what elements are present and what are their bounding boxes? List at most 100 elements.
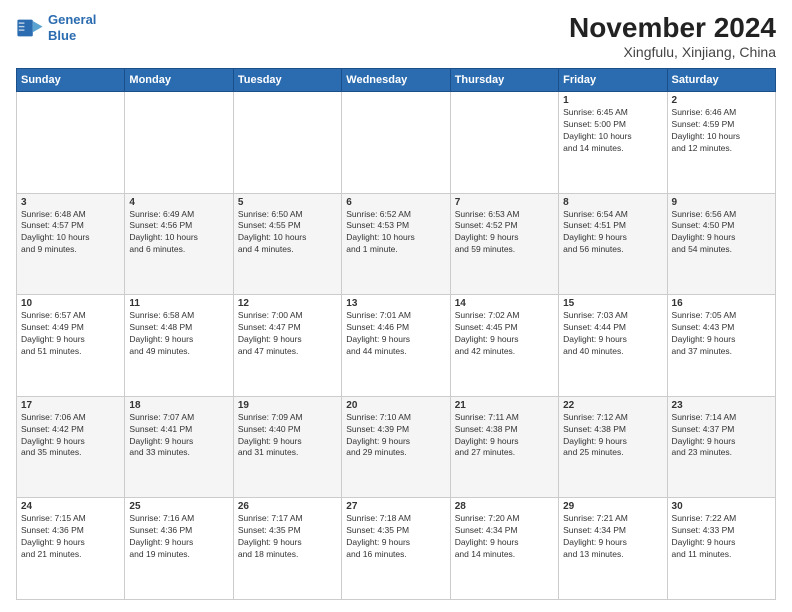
day-info: Sunrise: 6:49 AM Sunset: 4:56 PM Dayligh… bbox=[129, 209, 228, 257]
day-number: 16 bbox=[672, 298, 771, 309]
calendar-cell: 9Sunrise: 6:56 AM Sunset: 4:50 PM Daylig… bbox=[667, 193, 775, 295]
day-info: Sunrise: 6:56 AM Sunset: 4:50 PM Dayligh… bbox=[672, 209, 771, 257]
weekday-header: Saturday bbox=[667, 69, 775, 92]
calendar-week-row: 3Sunrise: 6:48 AM Sunset: 4:57 PM Daylig… bbox=[17, 193, 776, 295]
day-number: 14 bbox=[455, 298, 554, 309]
day-number: 21 bbox=[455, 400, 554, 411]
day-number: 12 bbox=[238, 298, 337, 309]
calendar-cell bbox=[233, 92, 341, 194]
calendar-cell: 25Sunrise: 7:16 AM Sunset: 4:36 PM Dayli… bbox=[125, 498, 233, 600]
calendar-cell: 4Sunrise: 6:49 AM Sunset: 4:56 PM Daylig… bbox=[125, 193, 233, 295]
calendar-cell: 15Sunrise: 7:03 AM Sunset: 4:44 PM Dayli… bbox=[559, 295, 667, 397]
weekday-header: Sunday bbox=[17, 69, 125, 92]
day-number: 9 bbox=[672, 197, 771, 208]
day-info: Sunrise: 6:45 AM Sunset: 5:00 PM Dayligh… bbox=[563, 107, 662, 155]
day-info: Sunrise: 6:54 AM Sunset: 4:51 PM Dayligh… bbox=[563, 209, 662, 257]
day-info: Sunrise: 7:17 AM Sunset: 4:35 PM Dayligh… bbox=[238, 513, 337, 561]
weekday-header: Monday bbox=[125, 69, 233, 92]
day-info: Sunrise: 7:12 AM Sunset: 4:38 PM Dayligh… bbox=[563, 412, 662, 460]
day-number: 29 bbox=[563, 501, 662, 512]
calendar-cell: 10Sunrise: 6:57 AM Sunset: 4:49 PM Dayli… bbox=[17, 295, 125, 397]
logo-text: General Blue bbox=[48, 12, 96, 43]
weekday-header: Tuesday bbox=[233, 69, 341, 92]
calendar-cell: 30Sunrise: 7:22 AM Sunset: 4:33 PM Dayli… bbox=[667, 498, 775, 600]
day-number: 15 bbox=[563, 298, 662, 309]
day-info: Sunrise: 7:03 AM Sunset: 4:44 PM Dayligh… bbox=[563, 310, 662, 358]
calendar-cell: 2Sunrise: 6:46 AM Sunset: 4:59 PM Daylig… bbox=[667, 92, 775, 194]
day-number: 24 bbox=[21, 501, 120, 512]
day-info: Sunrise: 7:10 AM Sunset: 4:39 PM Dayligh… bbox=[346, 412, 445, 460]
calendar-cell bbox=[17, 92, 125, 194]
day-number: 25 bbox=[129, 501, 228, 512]
day-number: 30 bbox=[672, 501, 771, 512]
weekday-header: Wednesday bbox=[342, 69, 450, 92]
day-number: 8 bbox=[563, 197, 662, 208]
calendar-week-row: 10Sunrise: 6:57 AM Sunset: 4:49 PM Dayli… bbox=[17, 295, 776, 397]
day-info: Sunrise: 7:00 AM Sunset: 4:47 PM Dayligh… bbox=[238, 310, 337, 358]
title-block: November 2024 Xingfulu, Xinjiang, China bbox=[569, 12, 776, 60]
day-number: 27 bbox=[346, 501, 445, 512]
day-number: 3 bbox=[21, 197, 120, 208]
day-number: 1 bbox=[563, 95, 662, 106]
day-info: Sunrise: 7:21 AM Sunset: 4:34 PM Dayligh… bbox=[563, 513, 662, 561]
day-number: 28 bbox=[455, 501, 554, 512]
calendar-cell: 27Sunrise: 7:18 AM Sunset: 4:35 PM Dayli… bbox=[342, 498, 450, 600]
calendar-cell: 12Sunrise: 7:00 AM Sunset: 4:47 PM Dayli… bbox=[233, 295, 341, 397]
calendar-week-row: 24Sunrise: 7:15 AM Sunset: 4:36 PM Dayli… bbox=[17, 498, 776, 600]
location: Xingfulu, Xinjiang, China bbox=[569, 44, 776, 60]
day-number: 26 bbox=[238, 501, 337, 512]
day-info: Sunrise: 7:07 AM Sunset: 4:41 PM Dayligh… bbox=[129, 412, 228, 460]
day-info: Sunrise: 7:06 AM Sunset: 4:42 PM Dayligh… bbox=[21, 412, 120, 460]
day-info: Sunrise: 6:52 AM Sunset: 4:53 PM Dayligh… bbox=[346, 209, 445, 257]
logo-line2: Blue bbox=[48, 28, 76, 43]
page: General Blue November 2024 Xingfulu, Xin… bbox=[0, 0, 792, 612]
header: General Blue November 2024 Xingfulu, Xin… bbox=[16, 12, 776, 60]
day-info: Sunrise: 6:48 AM Sunset: 4:57 PM Dayligh… bbox=[21, 209, 120, 257]
day-number: 2 bbox=[672, 95, 771, 106]
calendar-cell: 16Sunrise: 7:05 AM Sunset: 4:43 PM Dayli… bbox=[667, 295, 775, 397]
calendar-cell: 21Sunrise: 7:11 AM Sunset: 4:38 PM Dayli… bbox=[450, 396, 558, 498]
calendar-cell: 17Sunrise: 7:06 AM Sunset: 4:42 PM Dayli… bbox=[17, 396, 125, 498]
day-info: Sunrise: 7:02 AM Sunset: 4:45 PM Dayligh… bbox=[455, 310, 554, 358]
calendar-header-row: SundayMondayTuesdayWednesdayThursdayFrid… bbox=[17, 69, 776, 92]
calendar-week-row: 1Sunrise: 6:45 AM Sunset: 5:00 PM Daylig… bbox=[17, 92, 776, 194]
day-number: 18 bbox=[129, 400, 228, 411]
day-info: Sunrise: 7:15 AM Sunset: 4:36 PM Dayligh… bbox=[21, 513, 120, 561]
logo: General Blue bbox=[16, 12, 96, 43]
calendar-cell: 29Sunrise: 7:21 AM Sunset: 4:34 PM Dayli… bbox=[559, 498, 667, 600]
day-info: Sunrise: 7:14 AM Sunset: 4:37 PM Dayligh… bbox=[672, 412, 771, 460]
calendar-cell: 7Sunrise: 6:53 AM Sunset: 4:52 PM Daylig… bbox=[450, 193, 558, 295]
calendar-cell: 5Sunrise: 6:50 AM Sunset: 4:55 PM Daylig… bbox=[233, 193, 341, 295]
day-number: 23 bbox=[672, 400, 771, 411]
day-info: Sunrise: 7:05 AM Sunset: 4:43 PM Dayligh… bbox=[672, 310, 771, 358]
calendar-cell: 19Sunrise: 7:09 AM Sunset: 4:40 PM Dayli… bbox=[233, 396, 341, 498]
calendar-cell bbox=[342, 92, 450, 194]
calendar-cell: 3Sunrise: 6:48 AM Sunset: 4:57 PM Daylig… bbox=[17, 193, 125, 295]
weekday-header: Thursday bbox=[450, 69, 558, 92]
day-info: Sunrise: 6:53 AM Sunset: 4:52 PM Dayligh… bbox=[455, 209, 554, 257]
calendar-cell: 24Sunrise: 7:15 AM Sunset: 4:36 PM Dayli… bbox=[17, 498, 125, 600]
calendar-cell: 11Sunrise: 6:58 AM Sunset: 4:48 PM Dayli… bbox=[125, 295, 233, 397]
calendar-week-row: 17Sunrise: 7:06 AM Sunset: 4:42 PM Dayli… bbox=[17, 396, 776, 498]
day-number: 19 bbox=[238, 400, 337, 411]
calendar-cell bbox=[450, 92, 558, 194]
day-number: 17 bbox=[21, 400, 120, 411]
calendar-cell: 8Sunrise: 6:54 AM Sunset: 4:51 PM Daylig… bbox=[559, 193, 667, 295]
day-info: Sunrise: 7:09 AM Sunset: 4:40 PM Dayligh… bbox=[238, 412, 337, 460]
day-info: Sunrise: 7:01 AM Sunset: 4:46 PM Dayligh… bbox=[346, 310, 445, 358]
day-info: Sunrise: 7:16 AM Sunset: 4:36 PM Dayligh… bbox=[129, 513, 228, 561]
calendar-cell: 13Sunrise: 7:01 AM Sunset: 4:46 PM Dayli… bbox=[342, 295, 450, 397]
logo-line1: General bbox=[48, 12, 96, 27]
calendar-cell: 18Sunrise: 7:07 AM Sunset: 4:41 PM Dayli… bbox=[125, 396, 233, 498]
logo-icon bbox=[16, 14, 44, 42]
calendar-cell: 22Sunrise: 7:12 AM Sunset: 4:38 PM Dayli… bbox=[559, 396, 667, 498]
calendar-cell: 20Sunrise: 7:10 AM Sunset: 4:39 PM Dayli… bbox=[342, 396, 450, 498]
day-info: Sunrise: 6:58 AM Sunset: 4:48 PM Dayligh… bbox=[129, 310, 228, 358]
day-number: 22 bbox=[563, 400, 662, 411]
calendar-cell: 23Sunrise: 7:14 AM Sunset: 4:37 PM Dayli… bbox=[667, 396, 775, 498]
calendar-cell: 14Sunrise: 7:02 AM Sunset: 4:45 PM Dayli… bbox=[450, 295, 558, 397]
day-number: 13 bbox=[346, 298, 445, 309]
day-number: 4 bbox=[129, 197, 228, 208]
calendar-table: SundayMondayTuesdayWednesdayThursdayFrid… bbox=[16, 68, 776, 600]
calendar-cell: 26Sunrise: 7:17 AM Sunset: 4:35 PM Dayli… bbox=[233, 498, 341, 600]
